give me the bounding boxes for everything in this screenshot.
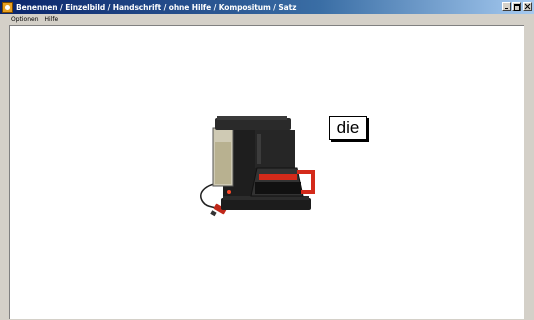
app-window: Benennen / Einzelbild / Handschrift / oh… xyxy=(0,0,534,320)
close-button[interactable] xyxy=(523,2,532,11)
menu-bar: Optionen Hilfe xyxy=(0,14,534,25)
minimize-button[interactable] xyxy=(502,2,511,11)
caption-buttons xyxy=(502,2,532,11)
maximize-button[interactable] xyxy=(512,2,521,11)
menu-hilfe[interactable]: Hilfe xyxy=(42,16,62,23)
title-bar[interactable]: Benennen / Einzelbild / Handschrift / oh… xyxy=(0,0,534,14)
coffee-maker-icon xyxy=(200,116,315,217)
app-icon[interactable] xyxy=(2,1,13,13)
window-title: Benennen / Einzelbild / Handschrift / oh… xyxy=(16,2,297,12)
word-card[interactable]: die xyxy=(329,116,367,140)
menu-optionen[interactable]: Optionen xyxy=(0,16,42,23)
